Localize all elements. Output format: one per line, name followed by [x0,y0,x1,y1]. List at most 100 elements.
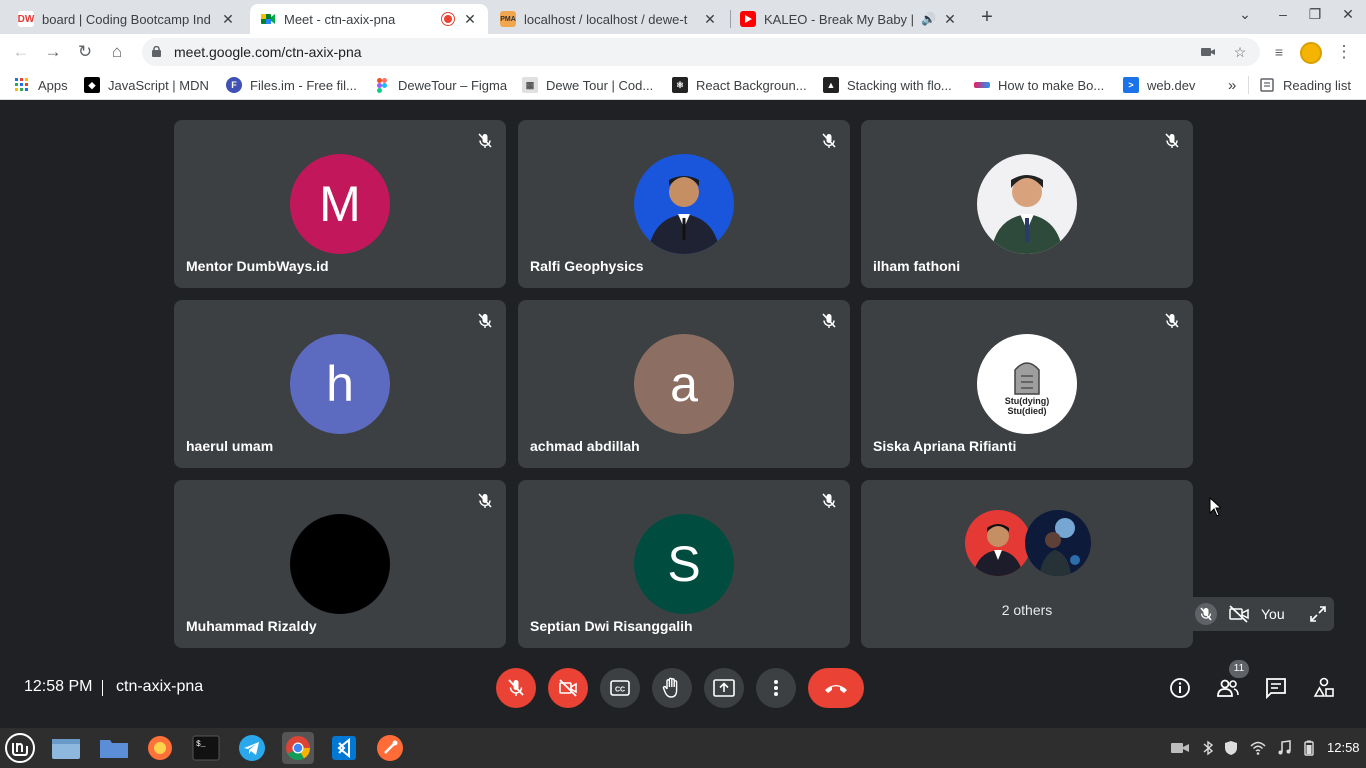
minimize-icon[interactable]: – [1271,6,1295,22]
audio-playing-icon[interactable]: 🔊 [921,12,936,26]
participant-name: achmad abdillah [530,438,640,454]
taskbar-clock[interactable]: 12:58 [1327,740,1360,755]
participant-tile[interactable]: S Septian Dwi Risanggalih [518,480,850,648]
taskbar-firefox[interactable] [144,732,176,764]
participant-name: Septian Dwi Risanggalih [530,618,693,634]
taskbar-terminal[interactable]: $_ [190,732,222,764]
participant-tile[interactable]: Ralfi Geophysics [518,120,850,288]
maximize-icon[interactable]: ❐ [1303,6,1327,23]
tab-meet[interactable]: Meet - ctn-axix-pna ✕ [250,4,488,34]
mint-menu-button[interactable] [4,732,36,764]
taskbar-files[interactable] [98,732,130,764]
meeting-details-icon[interactable] [1168,676,1192,700]
svg-text:$_: $_ [196,740,206,749]
bookmark-webdev[interactable]: > web.dev [1123,76,1195,94]
shield-icon[interactable] [1223,740,1239,756]
participant-tile[interactable]: Stu(dying) Stu(died) Siska Apriana Rifia… [861,300,1193,468]
bookmark-label: React Backgroun... [696,77,807,93]
bookmark-react[interactable]: ⚛ React Backgroun... [672,76,807,94]
camera-in-use-icon[interactable] [1200,44,1216,60]
self-view-pill[interactable]: You [1187,597,1334,631]
reading-list-button[interactable]: Reading list [1259,76,1351,94]
self-camera-off-icon [1229,605,1249,623]
self-label: You [1261,606,1285,622]
tab-phpmyadmin[interactable]: PMA localhost / localhost / dewe-t ✕ [490,4,728,34]
close-tab-icon[interactable]: ✕ [220,11,236,28]
new-tab-button[interactable]: + [976,6,998,28]
bookmark-apps[interactable]: Apps [14,76,68,94]
bookmark-figma[interactable]: DeweTour – Figma [374,76,507,94]
reading-list-label: Reading list [1283,77,1351,93]
taskbar-telegram[interactable] [236,732,268,764]
bookmark-dewetour[interactable]: ▦ Dewe Tour | Cod... [522,76,653,94]
participant-tile[interactable]: a achmad abdillah [518,300,850,468]
tab-dumbways[interactable]: DW board | Coding Bootcamp Ind ✕ [8,4,246,34]
participant-name: Muhammad Rizaldy [186,618,317,634]
others-tile[interactable]: 2 others [861,480,1193,648]
participant-tile[interactable]: ilham fathoni [861,120,1193,288]
folder-icon [100,740,128,758]
address-bar[interactable]: meet.google.com/ctn-axix-pna ☆ [142,38,1260,66]
meeting-code: ctn-axix-pna [116,678,204,695]
home-icon[interactable]: ⌂ [106,41,128,63]
participant-tile[interactable]: Muhammad Rizaldy [174,480,506,648]
bluetooth-icon[interactable] [1200,740,1216,756]
lock-icon [152,46,161,57]
music-note-icon[interactable] [1276,740,1292,756]
raise-hand-icon [662,677,678,698]
svg-text:CC: CC [615,687,625,694]
phpmyadmin-icon: PMA [500,11,516,27]
captions-button[interactable]: CC [600,668,640,708]
participant-name: Ralfi Geophysics [530,258,644,274]
profile-avatar[interactable] [1300,42,1322,64]
participant-tile[interactable]: M Mentor DumbWays.id [174,120,506,288]
people-icon[interactable] [1216,676,1240,700]
stacking-icon: ▲ [823,77,839,93]
close-tab-icon[interactable]: ✕ [942,11,958,28]
wifi-icon[interactable] [1250,740,1266,756]
microphone-toggle-button[interactable] [496,668,536,708]
tab-youtube[interactable]: KALEO - Break My Baby | P 🔊 ✕ [730,4,968,34]
tab-search-icon[interactable]: ⌄ [1233,6,1257,23]
activities-icon[interactable] [1312,676,1336,700]
bookmark-howto[interactable]: How to make Bo... [974,76,1104,94]
close-window-icon[interactable]: ✕ [1336,6,1360,23]
close-tab-icon[interactable]: ✕ [462,11,478,28]
firefox-icon [148,736,172,760]
camera-toggle-button[interactable] [548,668,588,708]
bookmark-stacking[interactable]: ▲ Stacking with flo... [823,76,952,94]
taskbar-desktop[interactable] [50,732,82,764]
avatar [977,154,1077,254]
others-avatar [965,510,1031,576]
battery-icon[interactable] [1301,740,1317,756]
forward-icon[interactable]: → [42,41,64,63]
reload-icon[interactable]: ↻ [74,41,96,63]
leave-call-button[interactable] [808,668,864,708]
menu-kebab-icon[interactable]: ⋮ [1333,41,1355,63]
bookmarks-bar: Apps ◆ JavaScript | MDN F Files.im - Fre… [0,70,1366,100]
taskbar-postman[interactable] [374,732,406,764]
media-control-icon[interactable]: ≡ [1268,41,1290,63]
close-tab-icon[interactable]: ✕ [702,11,718,28]
present-screen-button[interactable] [704,668,744,708]
camera-tray-icon[interactable] [1170,740,1190,756]
bookmark-mdn[interactable]: ◆ JavaScript | MDN [84,76,209,94]
chat-icon[interactable] [1264,676,1288,700]
mouse-cursor-icon [1209,497,1221,517]
chrome-icon [286,736,310,761]
back-icon[interactable]: ← [10,41,32,63]
more-options-button[interactable] [756,668,796,708]
show-desktop-icon [52,739,80,759]
participant-tile[interactable]: h haerul umam [174,300,506,468]
bookmark-label: Apps [38,77,68,93]
avatar: S [634,514,734,614]
taskbar-vscode[interactable] [328,732,360,764]
participant-name: Siska Apriana Rifianti [873,438,1017,454]
expand-icon[interactable] [1309,605,1327,623]
telegram-icon [239,735,265,761]
bookmark-star-icon[interactable]: ☆ [1232,44,1248,60]
more-bookmarks-button[interactable]: » [1228,76,1236,94]
raise-hand-button[interactable] [652,668,692,708]
bookmark-filesim[interactable]: F Files.im - Free fil... [226,76,357,94]
taskbar-chrome[interactable] [282,732,314,764]
